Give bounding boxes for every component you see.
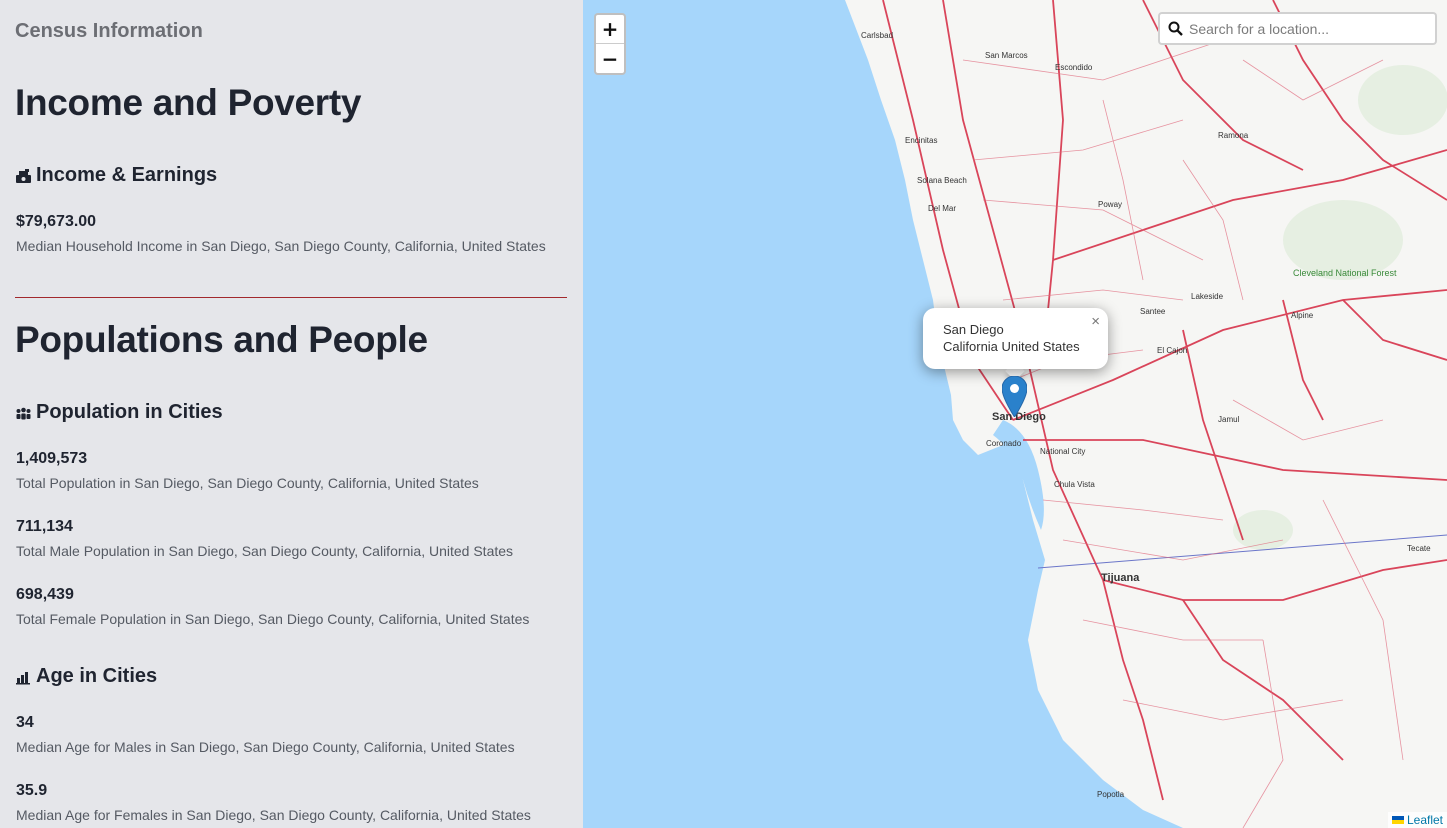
group-heading-income: Income & Earnings [15, 164, 217, 187]
ukraine-flag-icon [1391, 816, 1404, 824]
people-icon [16, 407, 31, 419]
label-del-mar: Del Mar [928, 204, 956, 213]
stat-value-female-population: 698,439 [16, 586, 74, 603]
label-solana-beach: Solana Beach [917, 176, 967, 185]
stat-label-median-age-males: Median Age for Males in San Diego, San D… [16, 739, 515, 755]
group-heading-age: Age in Cities [15, 665, 157, 688]
search-input[interactable] [1189, 20, 1419, 37]
location-search[interactable] [1158, 12, 1437, 45]
label-carlsbad: Carlsbad [861, 31, 893, 40]
search-icon [1168, 21, 1183, 36]
label-tecate: Tecate [1407, 544, 1431, 553]
zoom-in-button[interactable]: + [596, 15, 624, 44]
label-tijuana: Tijuana [1101, 572, 1140, 584]
section-title-income: Income and Poverty [15, 82, 362, 123]
land-area [845, 0, 1447, 828]
stat-label-female-population: Total Female Population in San Diego, Sa… [16, 611, 530, 627]
label-national-city: National City [1040, 447, 1085, 456]
stat-value-median-age-females: 35.9 [16, 782, 48, 799]
stat-value-male-population: 711,134 [16, 518, 73, 535]
label-poway: Poway [1098, 200, 1122, 209]
section-divider [15, 297, 567, 298]
group-heading-age-label: Age in Cities [36, 665, 158, 687]
group-heading-population: Population in Cities [15, 401, 223, 424]
stat-label-median-age-females: Median Age for Females in San Diego, San… [16, 807, 531, 823]
popup-close-icon[interactable]: × [1091, 313, 1100, 330]
label-encinitas: Encinitas [905, 136, 937, 145]
label-santee: Santee [1140, 307, 1166, 316]
bar-chart-icon [16, 671, 30, 684]
zoom-out-button[interactable]: − [596, 44, 624, 73]
label-chula-vista: Chula Vista [1054, 480, 1095, 489]
stat-value-median-income: $79,673.00 [16, 213, 97, 230]
map-view[interactable]: San Diego Tijuana Chula Vista National C… [583, 0, 1447, 828]
census-sidebar: Census Information Income and Poverty In… [0, 0, 583, 828]
group-heading-income-label: Income & Earnings [36, 164, 218, 186]
section-title-population: Populations and People [15, 319, 428, 360]
popup-region: California United States [943, 339, 1080, 354]
zoom-control: + − [594, 13, 626, 75]
popup-city: San Diego [943, 322, 1004, 337]
app-title: Census Information [15, 20, 203, 42]
stat-value-total-population: 1,409,573 [16, 450, 88, 467]
label-popotla: Popotla [1097, 790, 1125, 799]
location-popup: × San Diego California United States [923, 308, 1108, 369]
stat-label-male-population: Total Male Population in San Diego, San … [16, 543, 514, 559]
label-alpine: Alpine [1291, 311, 1314, 320]
label-lakeside: Lakeside [1191, 292, 1224, 301]
map-attribution[interactable]: Leaflet [1387, 812, 1447, 828]
label-cleveland: Cleveland National Forest [1293, 268, 1397, 278]
label-escondido: Escondido [1055, 63, 1093, 72]
stat-label-median-income: Median Household Income in San Diego, Sa… [16, 238, 546, 254]
income-icon [16, 168, 31, 183]
attribution-link[interactable]: Leaflet [1407, 813, 1443, 827]
label-coronado: Coronado [986, 439, 1022, 448]
label-jamul: Jamul [1218, 415, 1240, 424]
label-ramona: Ramona [1218, 131, 1249, 140]
group-heading-population-label: Population in Cities [36, 401, 223, 423]
label-el-cajon: El Cajon [1157, 346, 1187, 355]
stat-label-total-population: Total Population in San Diego, San Diego… [16, 475, 479, 491]
stat-value-median-age-males: 34 [16, 714, 34, 731]
label-san-marcos: San Marcos [985, 51, 1028, 60]
location-marker-icon[interactable] [1002, 376, 1027, 417]
